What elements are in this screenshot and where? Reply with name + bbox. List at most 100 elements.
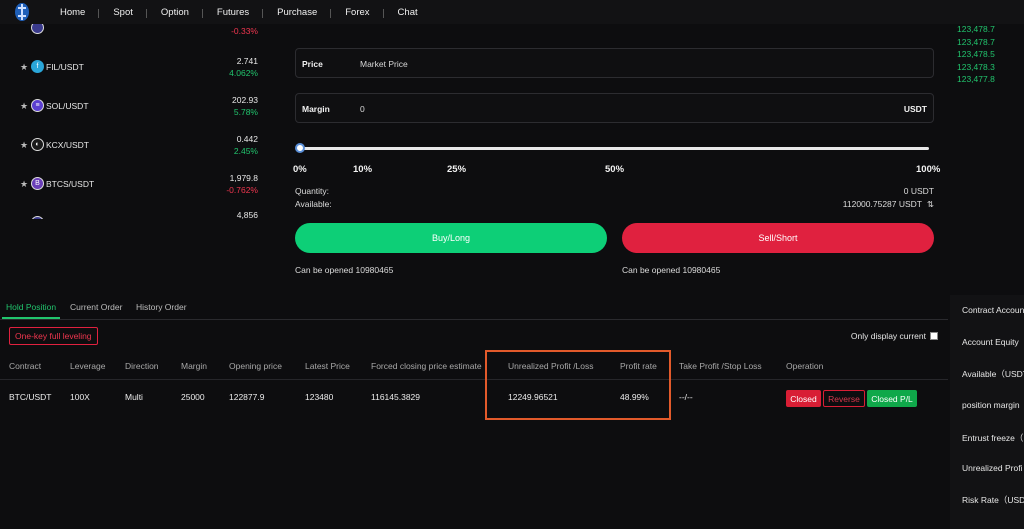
market-pair: KCX/USDT [46, 140, 89, 150]
orderbook-price[interactable]: 123,477.8 [957, 73, 1017, 86]
market-row-kcx[interactable]: ★ ◐ KCX/USDT 0.442 2.45% [0, 130, 270, 168]
table-divider [0, 379, 948, 380]
row-opening-price: 122877.9 [229, 392, 265, 402]
nav-option[interactable]: Option [147, 7, 203, 18]
col-latest-price: Latest Price [305, 361, 350, 371]
account-label: Unrealized Profi [962, 463, 1023, 473]
row-leverage: 100X [70, 392, 90, 402]
margin-unit: USDT [903, 104, 927, 114]
account-panel: Contract Account Account Equity Availabl… [950, 295, 1024, 529]
available-label: Available: [295, 199, 332, 209]
quantity-row: Quantity: 0 USDT [295, 186, 934, 196]
market-price: 0.442 [236, 134, 258, 144]
row-margin: 25000 [181, 392, 205, 402]
slider-mark-0[interactable]: 0% [293, 164, 307, 175]
orderbook-price[interactable]: 123,478.7 [957, 23, 1017, 36]
sell-short-button[interactable]: Sell/Short [622, 223, 934, 253]
row-contract: BTC/USDT [9, 392, 52, 402]
margin-slider-handle[interactable] [295, 143, 305, 153]
nav-chat[interactable]: Chat [384, 7, 432, 18]
market-list: -0.33% ★ f FIL/USDT 2.741 4.062% ★ ≡ SOL… [0, 24, 270, 219]
tab-current-order[interactable]: Current Order [70, 302, 122, 312]
only-display-current-toggle[interactable]: Only display current [851, 331, 938, 341]
position-tabs: Hold Position Current Order History Orde… [0, 298, 948, 320]
margin-value: 0 [360, 104, 365, 114]
fil-coin-icon: f [31, 60, 44, 73]
margin-label: Margin [302, 104, 330, 114]
transfer-icon[interactable]: ⇅ [927, 199, 934, 210]
col-leverage: Leverage [70, 361, 106, 371]
orderbook-price[interactable]: 123,478.5 [957, 48, 1017, 61]
market-price: 1,979.8 [229, 173, 258, 183]
available-value: 112000.75287 USDT [842, 199, 922, 209]
slider-mark-100[interactable]: 100% [916, 164, 940, 175]
star-icon[interactable]: ★ [20, 101, 28, 112]
slider-mark-50[interactable]: 50% [605, 164, 624, 175]
row-forced-close: 116145.3829 [371, 392, 421, 402]
market-change: 4.062% [229, 68, 258, 78]
col-contract: Contract [9, 361, 42, 371]
row-latest-price: 123480 [305, 392, 334, 402]
nav-spot[interactable]: Spot [99, 7, 147, 18]
margin-slider-track[interactable] [299, 147, 929, 150]
tab-hold-position[interactable]: Hold Position [1, 302, 61, 319]
quantity-label: Quantity: [295, 186, 330, 196]
only-display-checkbox[interactable] [930, 332, 938, 340]
sol-coin-icon: ≡ [31, 99, 44, 112]
slider-mark-25[interactable]: 25% [447, 164, 466, 175]
star-icon[interactable]: ★ [20, 62, 28, 73]
coin-icon [31, 216, 44, 219]
orderbook-price[interactable]: 123,478.3 [957, 61, 1017, 74]
highlight-box [485, 350, 671, 420]
buy-openable-text: Can be opened 10980465 [295, 265, 394, 275]
col-opening-price: Opening price [229, 361, 282, 371]
nav-purchase[interactable]: Purchase [263, 7, 332, 18]
col-operation: Operation [786, 361, 824, 371]
orderbook-list: 123,478.7 123,478.7 123,478.5 123,478.3 … [957, 24, 1017, 86]
account-label: Contract Account [962, 305, 1024, 315]
sell-openable-text: Can be opened 10980465 [622, 265, 721, 275]
kcx-coin-icon: ◐ [31, 138, 44, 151]
market-row-sol[interactable]: ★ ≡ SOL/USDT 202.93 5.78% [0, 91, 270, 129]
nav-home[interactable]: Home [46, 7, 100, 18]
price-field[interactable]: Price Market Price [295, 48, 934, 78]
margin-input[interactable]: Margin 0 USDT [295, 93, 934, 123]
quantity-value: 0 USDT [903, 186, 934, 196]
market-row-fil[interactable]: ★ f FIL/USDT 2.741 4.062% [0, 52, 270, 90]
available-row: Available: 112000.75287 USDT ⇅ [295, 199, 934, 209]
price-value: Market Price [360, 59, 408, 69]
coin-icon [31, 24, 44, 34]
market-change: -0.762% [226, 185, 258, 195]
market-row-bch[interactable]: -0.33% [0, 24, 270, 48]
star-icon[interactable]: ★ [20, 179, 28, 190]
market-price: 4,856 [236, 210, 258, 219]
reverse-button[interactable]: Reverse [823, 390, 865, 407]
logo-icon[interactable] [12, 2, 32, 22]
row-tp-sl[interactable]: --/-- [679, 392, 693, 402]
tab-history-order[interactable]: History Order [136, 302, 187, 312]
star-icon[interactable]: ★ [20, 140, 28, 151]
account-label: position margin [962, 400, 1020, 410]
market-row-partial[interactable]: 4,856 [0, 208, 270, 219]
market-change: 5.78% [233, 107, 258, 117]
account-label: Risk Rate（USDT [962, 495, 1024, 505]
market-pair: BTCS/USDT [46, 179, 95, 189]
closed-button[interactable]: Closed [786, 390, 821, 407]
col-tp-sl: Take Profit /Stop Loss [679, 361, 762, 371]
price-label: Price [302, 59, 323, 69]
orderbook-price[interactable]: 123,478.7 [957, 36, 1017, 49]
market-pair: FIL/USDT [46, 62, 84, 72]
buy-long-button[interactable]: Buy/Long [295, 223, 607, 253]
account-label: Account Equity [962, 337, 1019, 347]
row-direction: Multi [125, 392, 143, 402]
top-nav: Home Spot Option Futures Purchase Forex … [0, 0, 1024, 24]
nav-forex[interactable]: Forex [331, 7, 384, 18]
market-row-btcs[interactable]: ★ B BTCS/USDT 1,979.8 -0.762% [0, 169, 270, 207]
slider-mark-10[interactable]: 10% [353, 164, 372, 175]
btcs-coin-icon: B [31, 177, 44, 190]
market-pair: SOL/USDT [46, 101, 89, 111]
closed-pl-button[interactable]: Closed P/L [867, 390, 917, 407]
market-change: 2.45% [233, 146, 258, 156]
one-key-full-leveling-button[interactable]: One-key full leveling [9, 327, 98, 345]
nav-futures[interactable]: Futures [203, 7, 264, 18]
